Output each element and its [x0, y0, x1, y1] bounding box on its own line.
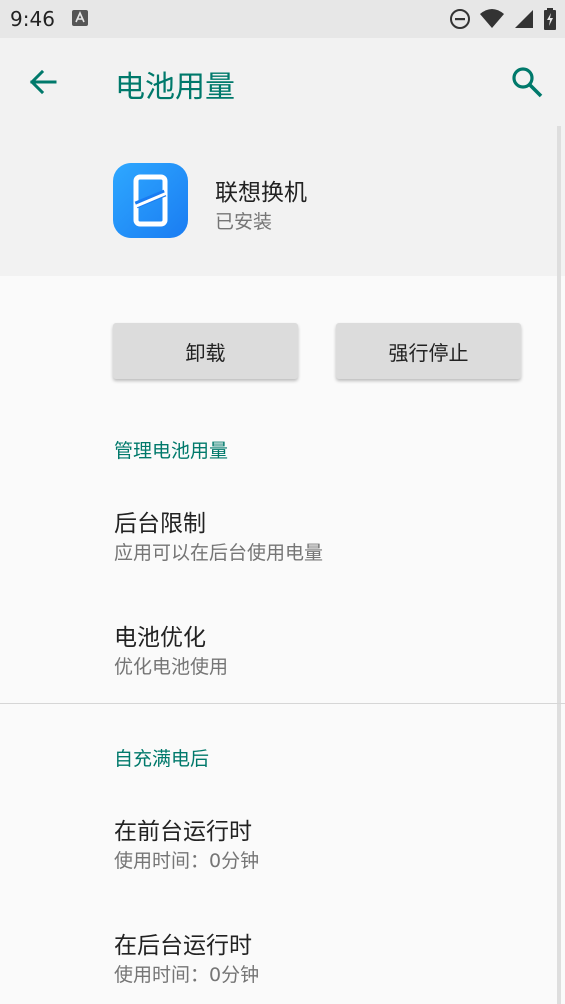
- back-arrow-icon[interactable]: [26, 65, 60, 99]
- app-install-status: 已安装: [215, 211, 273, 233]
- scrollbar[interactable]: [557, 126, 561, 1004]
- signal-icon: [515, 10, 533, 28]
- item-subtitle: 使用时间：0分钟: [114, 964, 260, 986]
- transfer-logo-icon: [133, 174, 168, 227]
- item-subtitle: 使用时间：0分钟: [114, 850, 260, 872]
- item-title: 在前台运行时: [114, 819, 252, 845]
- item-title: 在后台运行时: [114, 933, 252, 959]
- wifi-icon: [480, 9, 504, 28]
- a-notification-icon: [72, 10, 88, 26]
- item-subtitle: 应用可以在后台使用电量: [114, 542, 324, 564]
- force-stop-button[interactable]: 强行停止: [336, 323, 521, 379]
- item-title: 后台限制: [114, 511, 206, 537]
- app-bar: 电池用量: [0, 38, 565, 126]
- item-title: 电池优化: [114, 625, 206, 651]
- search-icon[interactable]: [510, 65, 544, 99]
- app-icon: [113, 163, 188, 238]
- uninstall-button[interactable]: 卸载: [113, 323, 298, 379]
- item-subtitle: 优化电池使用: [114, 656, 229, 678]
- status-icons: [449, 8, 557, 30]
- section-header-since-full-charge: 自充满电后: [114, 748, 210, 770]
- battery-icon: [544, 8, 556, 30]
- app-name: 联想换机: [215, 180, 307, 206]
- status-time: 9:46: [10, 7, 55, 31]
- section-divider: [0, 703, 565, 704]
- section-header-manage-battery: 管理电池用量: [114, 440, 229, 462]
- page-title: 电池用量: [115, 70, 235, 105]
- do-not-disturb-icon: [450, 9, 470, 29]
- status-bar: 9:46: [0, 0, 565, 38]
- app-header: 联想换机 已安装: [0, 126, 565, 276]
